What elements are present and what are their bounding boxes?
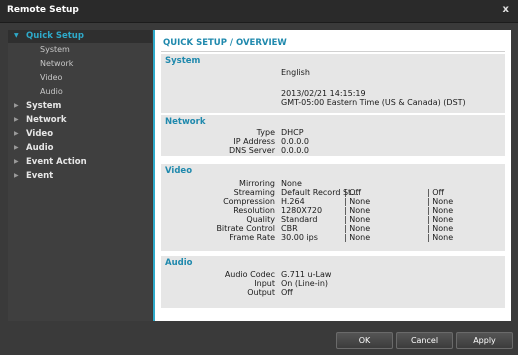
collapsed-arrow-icon: ▶	[14, 158, 19, 165]
section-heading: System	[165, 56, 201, 66]
sidebar-item-event-action[interactable]: ▶ Event Action	[8, 156, 152, 169]
sidebar-item-label: Event	[26, 171, 54, 181]
audio-section: Audio Audio Codec G.711 u-Law Input On (…	[161, 256, 505, 308]
audio-codec-label: Audio Codec	[224, 270, 275, 279]
dns-server-value: 0.0.0.0	[281, 146, 309, 155]
title-bar: Remote Setup x	[0, 0, 518, 23]
section-heading: Video	[165, 166, 193, 176]
sidebar-item-label: System	[26, 101, 62, 111]
sidebar-item-label: Video	[26, 129, 54, 139]
quality-stream1: Standard	[281, 215, 318, 224]
compression-stream3: | None	[427, 197, 454, 206]
dns-server-label: DNS Server	[229, 146, 275, 155]
collapsed-arrow-icon: ▶	[14, 130, 19, 137]
bitrate-control-label: Bitrate Control	[216, 224, 275, 233]
quality-stream2: | None	[344, 215, 371, 224]
frame-rate-label: Frame Rate	[229, 233, 275, 242]
compression-stream1: H.264	[281, 197, 305, 206]
streaming-label: Streaming	[233, 188, 275, 197]
section-heading: Audio	[165, 258, 193, 268]
frame-rate-stream3: | None	[427, 233, 454, 242]
language-value: English	[281, 68, 310, 77]
frame-rate-stream2: | None	[344, 233, 371, 242]
cancel-button[interactable]: Cancel	[396, 332, 453, 349]
sidebar-subitem-network[interactable]: Network	[40, 59, 73, 71]
collapsed-arrow-icon: ▶	[14, 116, 19, 123]
mirroring-value: None	[281, 179, 302, 188]
audio-input-value: On (Line-in)	[281, 279, 329, 288]
audio-output-value: Off	[281, 288, 293, 297]
frame-rate-stream1: 30.00 ips	[281, 233, 318, 242]
page-title: QUICK SETUP / OVERVIEW	[163, 38, 287, 48]
collapsed-arrow-icon: ▶	[14, 102, 19, 109]
resolution-stream2: | None	[344, 206, 371, 215]
bitrate-control-stream2: | None	[344, 224, 371, 233]
sidebar-item-quick-setup[interactable]: ▼ Quick Setup	[8, 30, 152, 43]
network-section: Network Type DHCP IP Address 0.0.0.0 DNS…	[161, 115, 505, 156]
quality-stream3: | None	[427, 215, 454, 224]
ip-address-value: 0.0.0.0	[281, 137, 309, 146]
section-heading: Network	[165, 117, 206, 127]
bitrate-control-stream1: CBR	[281, 224, 298, 233]
video-section: Video Mirroring None Streaming Default R…	[161, 164, 505, 251]
resolution-label: Resolution	[233, 206, 275, 215]
sidebar-item-label: Network	[26, 115, 67, 125]
timezone-value: GMT-05:00 Eastern Time (US & Canada) (DS…	[281, 98, 466, 107]
sidebar-item-label: Audio	[26, 143, 54, 153]
remote-setup-window: Remote Setup x ▼ Quick Setup System Netw…	[0, 0, 518, 355]
sidebar-subitem-video[interactable]: Video	[40, 73, 62, 85]
apply-button[interactable]: Apply	[456, 332, 513, 349]
mirroring-label: Mirroring	[239, 179, 275, 188]
ip-address-label: IP Address	[233, 137, 275, 146]
expanded-arrow-icon: ▼	[14, 32, 19, 39]
sidebar-item-label: Event Action	[26, 157, 87, 167]
collapsed-arrow-icon: ▶	[14, 144, 19, 151]
streaming-stream2: | Off	[344, 188, 362, 197]
sidebar-item-event[interactable]: ▶ Event	[8, 170, 152, 183]
sidebar-item-network[interactable]: ▶ Network	[8, 114, 152, 127]
audio-input-label: Input	[254, 279, 275, 288]
datetime-value: 2013/02/21 14:15:19	[281, 89, 366, 98]
system-section: System English 2013/02/21 14:15:19 GMT-0…	[161, 54, 505, 113]
network-type-label: Type	[256, 128, 275, 137]
sidebar: ▼ Quick Setup System Network Video Audio…	[8, 30, 152, 321]
collapsed-arrow-icon: ▶	[14, 172, 19, 179]
sidebar-subitem-system[interactable]: System	[40, 45, 70, 57]
audio-codec-value: G.711 u-Law	[281, 270, 332, 279]
compression-label: Compression	[223, 197, 275, 206]
sidebar-item-video[interactable]: ▶ Video	[8, 128, 152, 141]
window-title: Remote Setup	[7, 5, 79, 15]
ok-button[interactable]: OK	[336, 332, 393, 349]
overview-panel: QUICK SETUP / OVERVIEW System English 20…	[153, 30, 511, 321]
bitrate-control-stream3: | None	[427, 224, 454, 233]
compression-stream2: | None	[344, 197, 371, 206]
streaming-stream3: | Off	[427, 188, 445, 197]
quality-label: Quality	[246, 215, 275, 224]
title-divider	[161, 51, 505, 52]
sidebar-item-label: Quick Setup	[26, 31, 84, 41]
audio-output-label: Output	[247, 288, 275, 297]
close-icon[interactable]: x	[503, 4, 509, 15]
sidebar-subitem-audio[interactable]: Audio	[40, 87, 63, 99]
sidebar-item-audio[interactable]: ▶ Audio	[8, 142, 152, 155]
resolution-stream3: | None	[427, 206, 454, 215]
sidebar-item-system[interactable]: ▶ System	[8, 100, 152, 113]
resolution-stream1: 1280X720	[281, 206, 323, 215]
network-type-value: DHCP	[281, 128, 304, 137]
